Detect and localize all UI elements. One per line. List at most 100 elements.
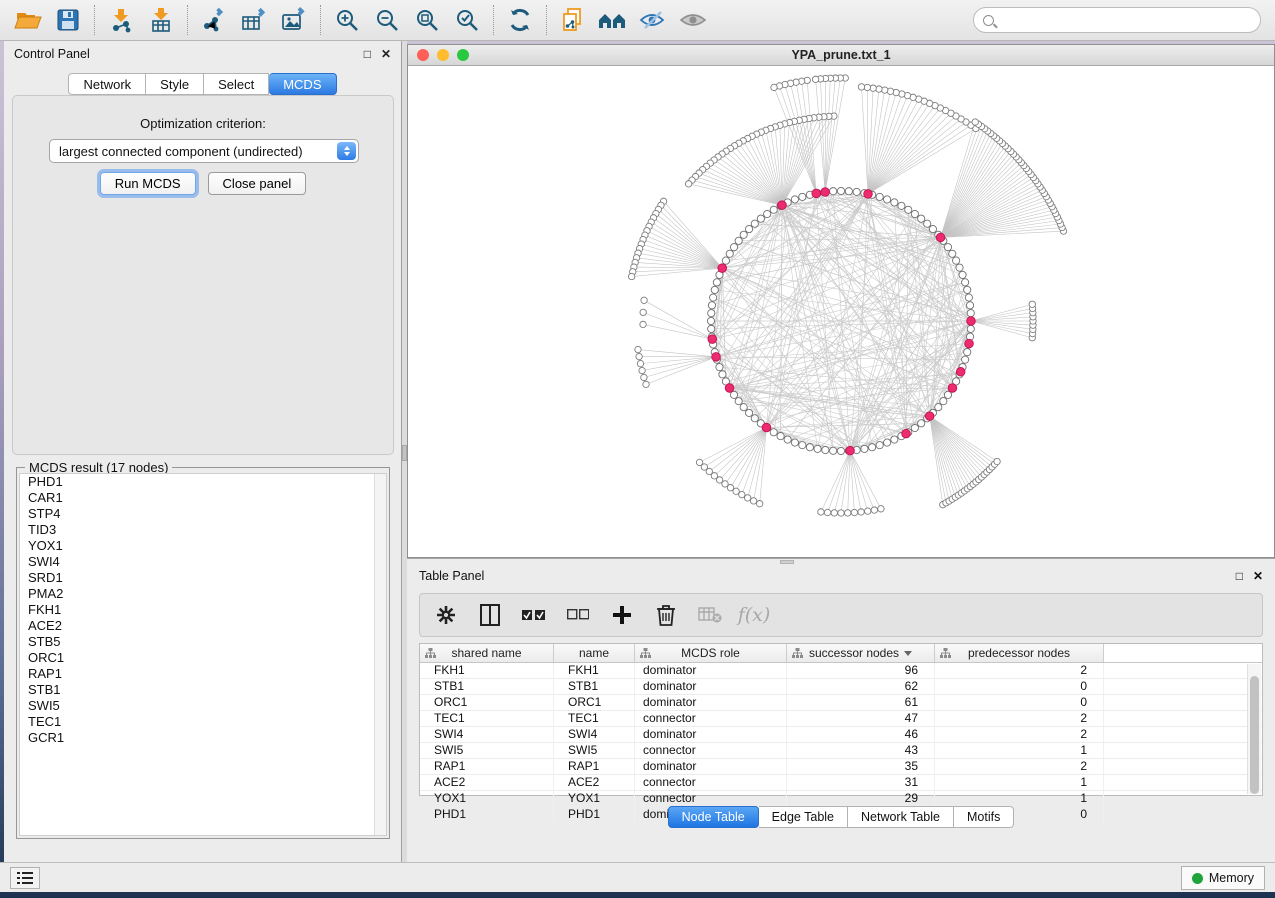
- tab-network-table[interactable]: Network Table: [848, 806, 954, 828]
- close-table-panel-icon[interactable]: ✕: [1253, 570, 1263, 582]
- table-row[interactable]: YOX1YOX1connector291: [420, 791, 1262, 807]
- table-row[interactable]: SWI4SWI4dominator462: [420, 727, 1262, 743]
- hide-selected-button[interactable]: [633, 3, 673, 37]
- table-row[interactable]: RAP1RAP1dominator352: [420, 759, 1262, 775]
- tab-edge-table[interactable]: Edge Table: [759, 806, 848, 828]
- table-scrollbar-thumb[interactable]: [1250, 676, 1259, 794]
- cell-name: ORC1: [554, 695, 635, 710]
- save-session-button[interactable]: [48, 3, 88, 37]
- export-image-button[interactable]: [274, 3, 314, 37]
- mcds-list-item[interactable]: SWI5: [20, 698, 386, 714]
- cell-predecessor-nodes: 1: [935, 775, 1104, 790]
- search-box[interactable]: [973, 7, 1261, 33]
- mcds-list-item[interactable]: GCR1: [20, 730, 386, 746]
- mcds-list-scrollbar[interactable]: [374, 474, 386, 835]
- float-table-panel-icon[interactable]: □: [1236, 570, 1243, 582]
- first-neighbors-button[interactable]: [593, 3, 633, 37]
- network-canvas[interactable]: [408, 66, 1274, 557]
- mcds-list-item[interactable]: PMA2: [20, 586, 386, 602]
- column-header-name[interactable]: name: [554, 644, 635, 662]
- float-panel-icon[interactable]: □: [364, 48, 371, 60]
- column-header-successor-nodes[interactable]: successor nodes: [787, 644, 935, 662]
- optimization-criterion-dropdown[interactable]: largest connected component (undirected): [49, 139, 359, 163]
- import-network-button[interactable]: [101, 3, 141, 37]
- tab-node-table[interactable]: Node Table: [668, 806, 759, 828]
- mcds-list-item[interactable]: RAP1: [20, 666, 386, 682]
- tab-style[interactable]: Style: [146, 73, 204, 95]
- tab-select[interactable]: Select: [204, 73, 269, 95]
- cell-shared-name: SWI5: [420, 743, 554, 758]
- show-all-button[interactable]: [673, 3, 713, 37]
- table-row[interactable]: TEC1TEC1connector472: [420, 711, 1262, 727]
- mcds-list-item[interactable]: TEC1: [20, 714, 386, 730]
- delete-table-button[interactable]: [698, 603, 722, 627]
- table-panel-splitter-handle[interactable]: [780, 560, 794, 564]
- mcds-list-item[interactable]: TID3: [20, 522, 386, 538]
- mcds-list-item[interactable]: STB1: [20, 682, 386, 698]
- memory-button[interactable]: Memory: [1181, 866, 1265, 890]
- open-file-button[interactable]: [8, 3, 48, 37]
- table-row[interactable]: ORC1ORC1dominator610: [420, 695, 1262, 711]
- deselect-checkboxes-button[interactable]: [566, 603, 590, 627]
- cell-name: FKH1: [554, 663, 635, 678]
- select-all-checkboxes-button[interactable]: [522, 603, 546, 627]
- task-history-button[interactable]: [10, 867, 40, 889]
- cell-predecessor-nodes: 1: [935, 743, 1104, 758]
- column-layout-button[interactable]: [478, 603, 502, 627]
- export-table-button[interactable]: [234, 3, 274, 37]
- close-panel-button[interactable]: Close panel: [208, 172, 307, 195]
- import-table-button[interactable]: [141, 3, 181, 37]
- mcds-list-item[interactable]: CAR1: [20, 490, 386, 506]
- tab-mcds[interactable]: MCDS: [269, 73, 336, 95]
- delete-column-button[interactable]: [654, 603, 678, 627]
- tab-motifs[interactable]: Motifs: [954, 806, 1014, 828]
- mcds-list-item[interactable]: PHD1: [20, 474, 386, 490]
- table-row[interactable]: FKH1FKH1dominator962: [420, 663, 1262, 679]
- network-graph[interactable]: [408, 66, 1274, 557]
- table-row[interactable]: ACE2ACE2connector311: [420, 775, 1262, 791]
- zoom-selected-button[interactable]: [447, 3, 487, 37]
- mcds-list-item[interactable]: STP4: [20, 506, 386, 522]
- tab-network[interactable]: Network: [68, 73, 146, 95]
- mcds-list-item[interactable]: FKH1: [20, 602, 386, 618]
- mcds-list-item[interactable]: STB5: [20, 634, 386, 650]
- close-panel-icon[interactable]: ✕: [381, 48, 391, 60]
- zoom-fit-button[interactable]: [407, 3, 447, 37]
- mcds-list-item[interactable]: ORC1: [20, 650, 386, 666]
- cell-MCDS-role: dominator: [635, 663, 787, 678]
- duplicate-network-button[interactable]: [553, 3, 593, 37]
- export-network-button[interactable]: [194, 3, 234, 37]
- mcds-list-item[interactable]: YOX1: [20, 538, 386, 554]
- mcds-list-item[interactable]: SWI4: [20, 554, 386, 570]
- search-input[interactable]: [1000, 10, 1260, 30]
- mcds-result-list[interactable]: PHD1CAR1STP4TID3YOX1SWI4SRD1PMA2FKH1ACE2…: [19, 473, 387, 836]
- refresh-view-icon: [507, 7, 533, 33]
- column-header-MCDS-role[interactable]: MCDS role: [635, 644, 787, 662]
- attribute-icon: [792, 648, 803, 658]
- run-mcds-button[interactable]: Run MCDS: [100, 172, 196, 195]
- attribute-icon: [425, 648, 436, 658]
- cell-successor-nodes: 62: [787, 679, 935, 694]
- cell-MCDS-role: dominator: [635, 759, 787, 774]
- column-header-predecessor-nodes[interactable]: predecessor nodes: [935, 644, 1104, 662]
- function-builder-icon: f(x): [738, 604, 771, 626]
- cell-MCDS-role: dominator: [635, 695, 787, 710]
- table-row[interactable]: STB1STB1dominator620: [420, 679, 1262, 695]
- table-row[interactable]: SWI5SWI5connector431: [420, 743, 1262, 759]
- header-filler: [1104, 644, 1262, 662]
- table-toolbar: f(x): [419, 593, 1263, 637]
- zoom-in-button[interactable]: [327, 3, 367, 37]
- function-builder-button[interactable]: f(x): [742, 603, 766, 627]
- mcds-list-item[interactable]: ACE2: [20, 618, 386, 634]
- delete-table-icon: [698, 606, 722, 624]
- refresh-view-button[interactable]: [500, 3, 540, 37]
- table-scrollbar[interactable]: [1247, 664, 1261, 794]
- zoom-out-button[interactable]: [367, 3, 407, 37]
- import-table-icon: [148, 7, 174, 33]
- settings-gear-button[interactable]: [434, 603, 458, 627]
- cell-successor-nodes: 31: [787, 775, 935, 790]
- mcds-list-item[interactable]: SRD1: [20, 570, 386, 586]
- column-header-shared-name[interactable]: shared name: [420, 644, 554, 662]
- add-column-button[interactable]: [610, 603, 634, 627]
- network-window-titlebar[interactable]: YPA_prune.txt_1: [408, 45, 1274, 66]
